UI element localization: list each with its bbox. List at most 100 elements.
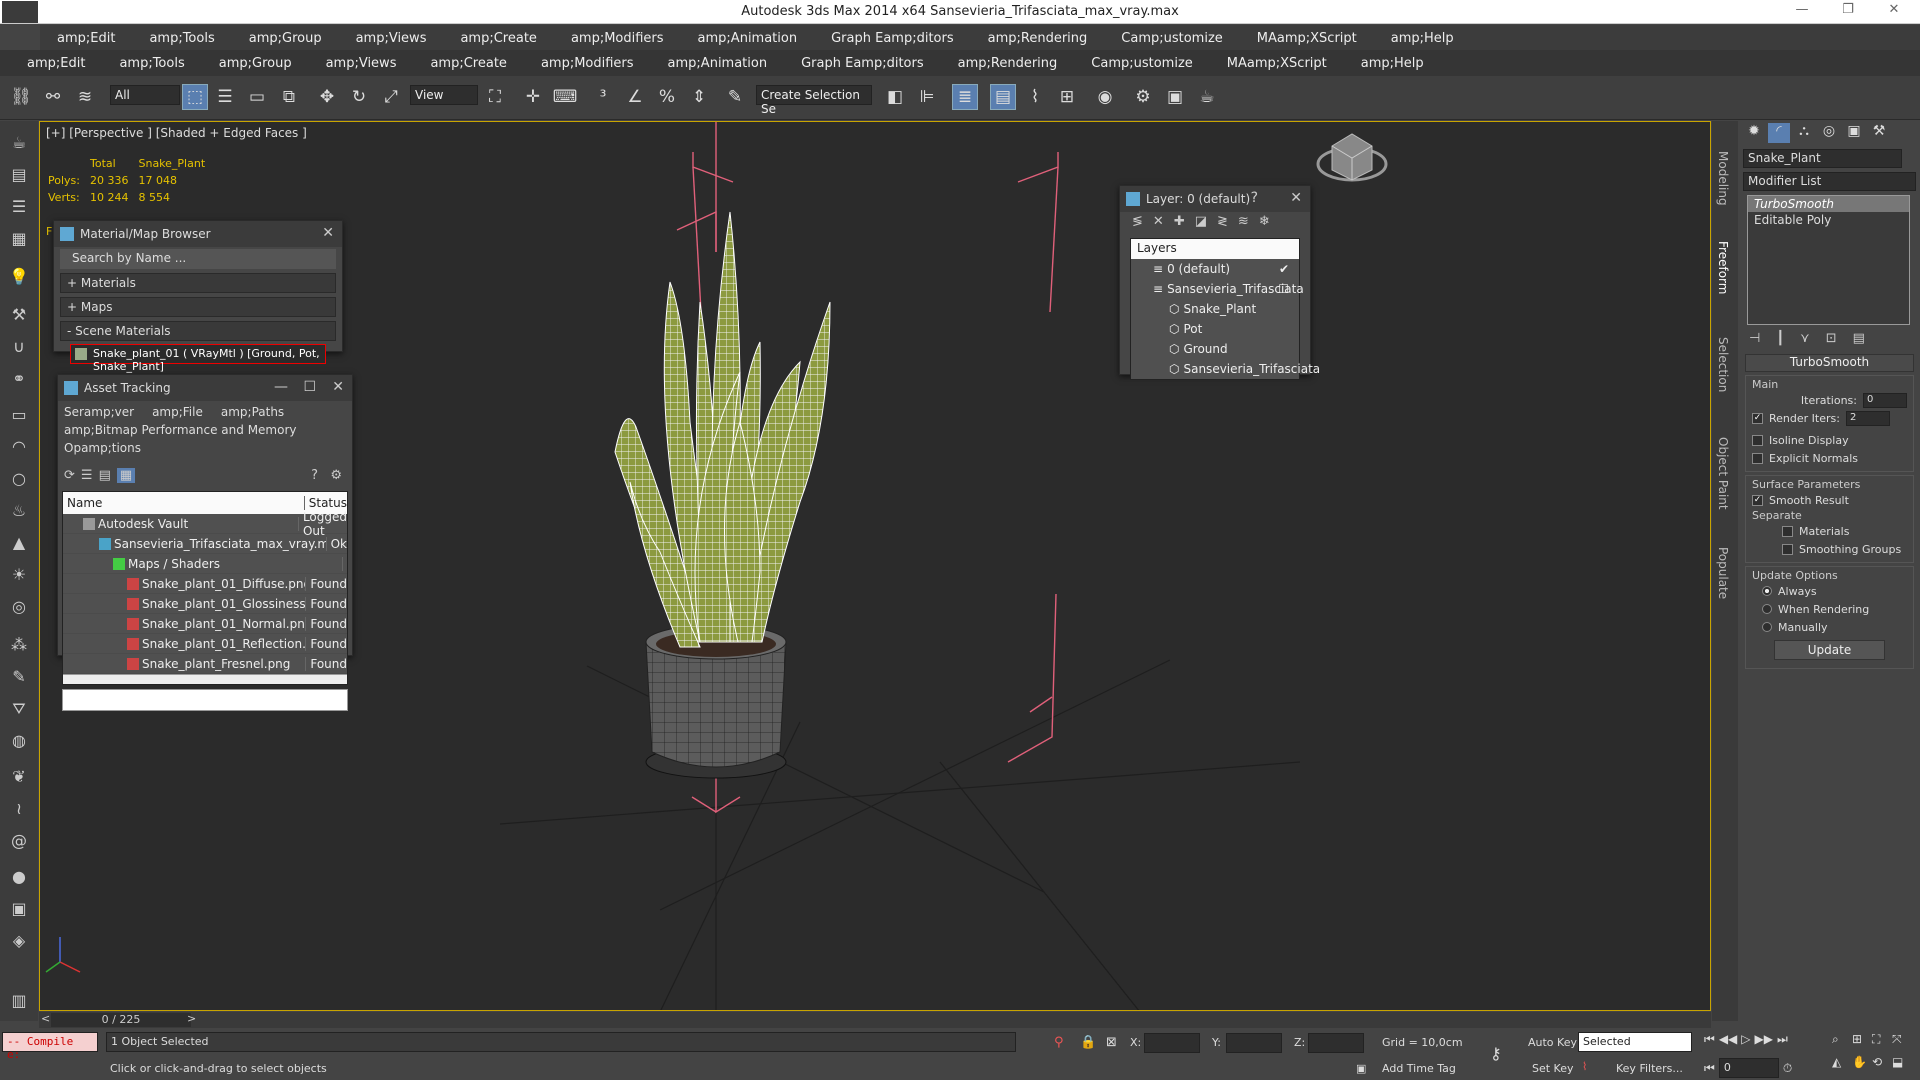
tab-modeling[interactable]: Modeling <box>1716 151 1730 206</box>
blue-sphere-icon[interactable]: ● <box>6 867 32 891</box>
menu2-create[interactable]: amp;Create <box>413 56 523 71</box>
stack-item-turbosmooth[interactable]: TurboSmooth <box>1748 196 1909 212</box>
zoom-icon[interactable]: ⌕ <box>1832 1032 1852 1047</box>
table-row[interactable]: Snake_plant_01_Reflection.pngFound <box>63 634 347 654</box>
next-frame-button-icon[interactable]: ▶▶ <box>1755 1032 1773 1047</box>
snaps-toggle-icon[interactable]: ³ <box>590 84 616 110</box>
torus-icon[interactable]: ◎ <box>6 597 32 621</box>
spinner-snap-icon[interactable]: ⇕ <box>686 84 712 110</box>
go-to-start-icon[interactable]: ⏮ <box>1704 1032 1715 1047</box>
horizontal-scrollbar[interactable] <box>63 674 347 684</box>
asset-menu-options[interactable]: Opamp;tions <box>64 441 141 455</box>
table-row[interactable]: Snake_plant_Fresnel.png Found <box>63 654 347 674</box>
scale-icon[interactable]: ⤢ <box>378 84 404 110</box>
rect-selection-icon[interactable]: ▭ <box>244 84 270 110</box>
tripod-icon[interactable]: ⛛ <box>6 699 32 723</box>
zoom-extents-icon[interactable]: ⛶ <box>1872 1032 1892 1047</box>
table-row[interactable]: Autodesk Vault Logged Out <box>63 510 347 538</box>
remove-modifier-icon[interactable]: ⊡ <box>1826 331 1837 346</box>
asset-menu-file[interactable]: amp;File <box>152 405 203 419</box>
smoothing-groups-checkbox[interactable] <box>1782 543 1793 555</box>
curve-editor-icon[interactable]: ⌇ <box>1022 84 1048 110</box>
layer-checkbox-icon[interactable]: ☐ <box>1278 282 1289 296</box>
render-production-icon[interactable]: ☕ <box>1194 84 1220 110</box>
modifier-list-dropdown[interactable]: Modifier List <box>1743 172 1916 191</box>
render-iters-checkbox[interactable]: ✓ <box>1752 412 1763 424</box>
key-filters-button[interactable]: Key Filters... <box>1616 1062 1683 1075</box>
percent-snap-icon[interactable]: % <box>654 84 680 110</box>
menu-group[interactable]: amp;Group <box>232 31 339 46</box>
pivot-center-icon[interactable]: ⛶ <box>482 84 508 110</box>
render-setup-icon[interactable]: ⚙ <box>1130 84 1156 110</box>
layer-object-item[interactable]: ⬡ Ground <box>1131 339 1299 359</box>
menu2-help[interactable]: amp;Help <box>1344 56 1441 71</box>
hair-icon[interactable]: ≀ <box>6 799 32 823</box>
layer-explorer-icon[interactable]: ≣ <box>952 84 978 110</box>
menu-rendering[interactable]: amp;Rendering <box>971 31 1105 46</box>
maxscript-listener[interactable]: -- Compile e: <box>2 1032 98 1061</box>
selection-filter-dropdown[interactable]: All <box>110 85 180 105</box>
time-tag-icon[interactable]: ▣ <box>1356 1062 1366 1075</box>
table-row[interactable]: Sansevieria_Trifasciata_max_vray.max Ok <box>63 534 347 554</box>
menu-maxscript[interactable]: MAamp;XScript <box>1240 31 1374 46</box>
always-radio[interactable] <box>1762 586 1772 596</box>
materials-section[interactable]: + Materials <box>60 273 336 293</box>
explicit-normals-checkbox[interactable] <box>1752 452 1763 464</box>
tab-selection[interactable]: Selection <box>1716 337 1730 392</box>
refresh-icon[interactable]: ⟳ <box>64 468 75 483</box>
menu-edit[interactable]: amp;Edit <box>40 31 132 46</box>
menu-create[interactable]: amp;Create <box>443 31 553 46</box>
edit-named-selection-icon[interactable]: ✎ <box>722 84 748 110</box>
col-status-header[interactable]: Status <box>305 496 347 510</box>
material-editor-icon[interactable]: ◉ <box>1092 84 1118 110</box>
link-chain-icon[interactable]: ⚭ <box>6 369 32 393</box>
previous-frame-icon[interactable]: ◀◀ <box>1719 1032 1737 1047</box>
detail-view-icon[interactable]: ▤ <box>99 468 111 483</box>
pin-stack-icon[interactable]: ⊣ <box>1749 331 1760 346</box>
layer-item[interactable]: ≡ Sansevieria_Trifasciata ☐ <box>1131 279 1304 299</box>
y-coord-field[interactable] <box>1226 1033 1282 1053</box>
select-manipulate-icon[interactable]: ✛ <box>520 84 546 110</box>
menu-help[interactable]: amp;Help <box>1374 31 1471 46</box>
asset-menu-bitmap[interactable]: amp;Bitmap Performance and Memory <box>64 423 297 437</box>
time-slider[interactable]: 0 / 225 <box>51 1013 191 1027</box>
spiral-icon[interactable]: @ <box>6 831 32 855</box>
grid-icon[interactable]: ▦ <box>6 229 32 253</box>
show-end-result-icon[interactable]: ┃ <box>1776 331 1784 346</box>
active-check-icon[interactable]: ✔ <box>1279 262 1289 276</box>
angle-snap-icon[interactable]: ∠ <box>622 84 648 110</box>
menu2-maxscript[interactable]: MAamp;XScript <box>1210 56 1344 71</box>
key-curve-icon[interactable]: ⌇ <box>1582 1060 1587 1073</box>
x-coord-field[interactable] <box>1144 1033 1200 1053</box>
tab-freeform[interactable]: Freeform <box>1716 241 1730 294</box>
tool-icon[interactable]: ⚒ <box>6 305 32 329</box>
go-to-end-icon[interactable]: ⏭ <box>1777 1032 1788 1047</box>
keyboard-shortcut-icon[interactable]: ⌨ <box>552 84 578 110</box>
absolute-mode-icon[interactable]: ⊠ <box>1106 1035 1117 1050</box>
light-bulb-icon[interactable]: 💡 <box>6 267 32 291</box>
link-icon[interactable]: ⛓ <box>8 84 34 110</box>
prev-frame-icon[interactable]: < <box>41 1012 50 1025</box>
modify-tab-icon[interactable]: ◜ <box>1768 123 1790 143</box>
close-icon[interactable]: ✕ <box>332 379 344 395</box>
next-frame-icon[interactable]: > <box>187 1012 196 1025</box>
teapot-icon[interactable]: ☕ <box>6 133 32 157</box>
auto-key-button[interactable]: Auto Key <box>1528 1036 1577 1049</box>
globe-icon[interactable]: ◍ <box>6 731 32 755</box>
freeze-layers-icon[interactable]: ❄ <box>1259 214 1270 234</box>
schematic-view-icon[interactable]: ⊞ <box>1054 84 1080 110</box>
help-icon[interactable]: ? <box>1251 190 1258 206</box>
help-icon[interactable]: ? <box>311 468 318 483</box>
unlink-icon[interactable]: ⚯ <box>40 84 66 110</box>
delete-layer-icon[interactable]: ✕ <box>1153 214 1164 234</box>
z-coord-field[interactable] <box>1308 1033 1364 1053</box>
tab-populate[interactable]: Populate <box>1716 547 1730 599</box>
teapot-small-icon[interactable]: ♨ <box>6 501 32 525</box>
notes-icon[interactable]: ▥ <box>6 991 32 1015</box>
align-icon[interactable]: ⊫ <box>914 84 940 110</box>
menu2-tools[interactable]: amp;Tools <box>102 56 201 71</box>
settings-icon[interactable]: ⚙ <box>330 468 342 483</box>
rendered-frame-window-icon[interactable]: ▣ <box>1162 84 1188 110</box>
zoom-all-icon[interactable]: ⊞ <box>1852 1032 1872 1047</box>
highlight-layer-icon[interactable]: ≷ <box>1217 214 1228 234</box>
